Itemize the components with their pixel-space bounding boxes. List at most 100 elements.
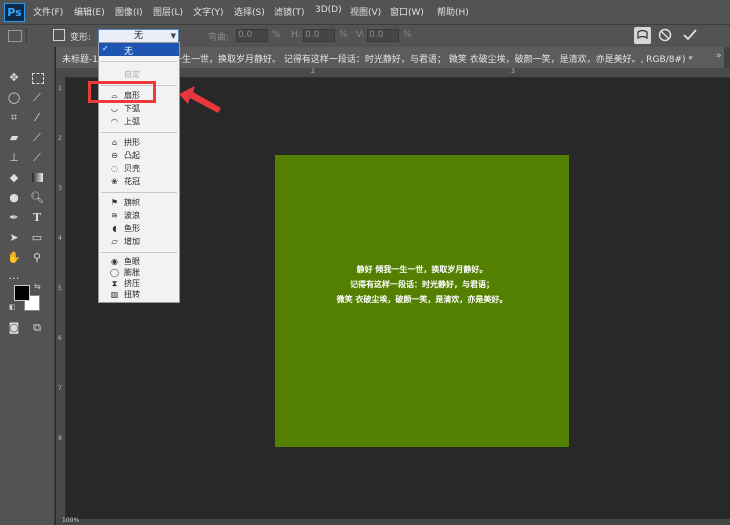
rise-icon: ▱ bbox=[111, 237, 118, 246]
dropdown-item-flag[interactable]: ⚑ 旗帜 bbox=[99, 197, 179, 209]
warp-style-value: 无 bbox=[133, 31, 143, 41]
default-colors-icon[interactable]: ◧ bbox=[9, 303, 16, 311]
swap-colors-icon[interactable]: ⇆ bbox=[34, 282, 41, 291]
dodge-tool-icon[interactable]: 🔍︎ bbox=[30, 191, 44, 205]
dropdown-item-bulge[interactable]: ⊖ 凸起 bbox=[99, 150, 179, 162]
horizontal-distortion-label: H: bbox=[291, 30, 301, 40]
ruler-tick: 6 bbox=[58, 335, 62, 342]
move-tool-icon[interactable]: ✥ bbox=[7, 71, 21, 85]
brush-tool-icon[interactable]: ⟋ bbox=[30, 131, 44, 145]
text-line-1: 静好 倾我一生一世，换取岁月静好。 bbox=[356, 265, 488, 274]
options-divider bbox=[26, 28, 27, 43]
bulge-icon: ⊖ bbox=[111, 151, 118, 160]
annotation-highlight-box bbox=[88, 81, 156, 103]
menu-type[interactable]: 文字(Y) bbox=[193, 5, 224, 18]
dropdown-item-label: 上弧 bbox=[124, 117, 140, 126]
pen-tool-icon[interactable]: ✒ bbox=[7, 211, 21, 225]
dropdown-item-twist[interactable]: ▨ 扭转 bbox=[99, 289, 179, 301]
dropdown-item-label: 增加 bbox=[124, 237, 140, 246]
screen-mode-icon[interactable]: ⧉ bbox=[30, 321, 44, 335]
quick-mask-icon[interactable]: ◙ bbox=[7, 321, 21, 335]
type-tool-icon[interactable]: T bbox=[30, 211, 44, 225]
rectangle-tool-icon[interactable]: ▭ bbox=[30, 231, 44, 245]
dropdown-separator bbox=[101, 252, 177, 253]
status-bar: 100% bbox=[56, 517, 730, 525]
style-toggle-icon[interactable] bbox=[53, 29, 65, 41]
dropdown-item-wave[interactable]: ≋ 波浪 bbox=[99, 210, 179, 222]
ruler-tick: 2 bbox=[58, 135, 62, 142]
ruler-vertical: 1 2 3 4 5 6 7 8 bbox=[56, 77, 66, 525]
healing-brush-tool-icon[interactable]: ▰ bbox=[7, 131, 21, 145]
dropdown-item-shell[interactable]: ◌ 贝壳 bbox=[99, 163, 179, 175]
dropdown-item-label: 下弧 bbox=[124, 104, 140, 113]
dropdown-separator bbox=[101, 132, 177, 133]
bend-label: 弯曲: bbox=[208, 33, 230, 43]
foreground-color-swatch[interactable] bbox=[14, 285, 30, 301]
arc-upper-icon: ◠ bbox=[111, 117, 118, 126]
menu-file[interactable]: 文件(F) bbox=[33, 5, 63, 18]
more-tools-icon[interactable]: … bbox=[7, 269, 21, 283]
dropdown-item-arch[interactable]: ⌂ 拱形 bbox=[99, 137, 179, 149]
dropdown-item-label: 拱形 bbox=[124, 138, 140, 147]
dropdown-item-label: 花冠 bbox=[124, 177, 140, 186]
menu-edit[interactable]: 编辑(E) bbox=[74, 5, 105, 18]
dropdown-item-arc-lower[interactable]: ◡ 下弧 bbox=[99, 103, 179, 115]
blur-tool-icon[interactable]: ● bbox=[7, 191, 21, 205]
menu-window[interactable]: 窗口(W) bbox=[390, 5, 424, 18]
menu-layer[interactable]: 图层(L) bbox=[153, 5, 183, 18]
text-line-3: 微笑 衣破尘埃，破颜一笑，是清欢，亦是美好。 bbox=[336, 295, 508, 304]
ruler-tick: 5 bbox=[58, 285, 62, 292]
warp-preview-icon[interactable] bbox=[634, 27, 651, 44]
text-line-2: 记得有这样一段话：时光静好，与君语； bbox=[350, 280, 494, 289]
dropdown-separator bbox=[101, 192, 177, 193]
ruler-tick: 3 bbox=[58, 185, 62, 192]
cancel-icon[interactable] bbox=[658, 28, 672, 42]
gradient-tool-icon[interactable] bbox=[30, 171, 44, 185]
zoom-level: 100% bbox=[62, 517, 80, 524]
zoom-tool-icon[interactable]: ⚲ bbox=[30, 251, 44, 265]
dropdown-item-rise[interactable]: ▱ 增加 bbox=[99, 236, 179, 248]
menu-view[interactable]: 视图(V) bbox=[350, 5, 381, 18]
hand-tool-icon[interactable]: ✋ bbox=[7, 251, 21, 265]
horizontal-percent: % bbox=[339, 30, 348, 40]
dropdown-item-flower[interactable]: ❀ 花冠 bbox=[99, 176, 179, 188]
document-tab-title-rest: 一生一世，换取岁月静好。 记得有这样一段话：时光静好，与君语； 微笑 衣破尘埃，… bbox=[173, 55, 693, 65]
dropdown-item-fish[interactable]: ◖ 鱼形 bbox=[99, 223, 179, 235]
path-select-tool-icon[interactable]: ➤ bbox=[7, 231, 21, 245]
crop-tool-icon[interactable]: ⌗ bbox=[7, 111, 21, 125]
dropdown-item-none[interactable]: ✓ 无 bbox=[99, 43, 179, 57]
menu-help[interactable]: 帮助(H) bbox=[437, 5, 469, 18]
vertical-percent: % bbox=[403, 30, 412, 40]
horizontal-distortion-value: 0.0 bbox=[305, 30, 320, 40]
quick-select-tool-icon[interactable]: ⟋ bbox=[30, 91, 44, 105]
menu-select[interactable]: 选择(S) bbox=[234, 5, 265, 18]
ruler-tick: 7 bbox=[58, 385, 62, 392]
tools-panel: ✥ ◯ ⟋ ⌗ ⁄ ▰ ⟋ ⊥ ⟋ ◆ ● 🔍︎ ✒ T ➤ ▭ ✋ ⚲ … ◧… bbox=[0, 47, 55, 525]
dropdown-item-arc-upper[interactable]: ◠ 上弧 bbox=[99, 116, 179, 128]
document-canvas[interactable]: 静好 倾我一生一世，换取岁月静好。 记得有这样一段话：时光静好，与君语； 微笑 … bbox=[275, 155, 569, 447]
tab-scroll-icon[interactable]: » bbox=[716, 51, 722, 61]
lasso-tool-icon[interactable]: ◯ bbox=[7, 91, 21, 105]
arch-icon: ⌂ bbox=[111, 138, 118, 147]
warp-style-select[interactable]: 无 ▼ bbox=[98, 29, 179, 43]
dropdown-item-label: 鱼形 bbox=[124, 224, 140, 233]
dropdown-item-label: 波浪 bbox=[124, 211, 140, 220]
commit-check-icon[interactable] bbox=[683, 28, 697, 42]
clone-stamp-tool-icon[interactable]: ⊥ bbox=[7, 151, 21, 165]
annotation-arrow-icon bbox=[179, 86, 221, 113]
menu-3d[interactable]: 3D(D) bbox=[315, 5, 342, 15]
ruler-tick: 1 bbox=[58, 85, 62, 92]
bend-value: 0.0 bbox=[238, 30, 253, 40]
dropdown-separator bbox=[101, 61, 177, 62]
menu-filter[interactable]: 滤镜(T) bbox=[274, 5, 305, 18]
flag-icon: ⚑ bbox=[110, 198, 119, 207]
wave-icon: ≋ bbox=[111, 211, 118, 220]
flower-icon: ❀ bbox=[111, 177, 118, 186]
marquee-tool-icon[interactable] bbox=[30, 71, 44, 85]
menu-bar: Ps 文件(F) 编辑(E) 图像(I) 图层(L) 文字(Y) 选择(S) 滤… bbox=[0, 0, 730, 24]
menu-image[interactable]: 图像(I) bbox=[115, 5, 143, 18]
history-brush-tool-icon[interactable]: ⟋ bbox=[30, 151, 44, 165]
eyedropper-tool-icon[interactable]: ⁄ bbox=[30, 111, 44, 125]
eraser-tool-icon[interactable]: ◆ bbox=[7, 171, 21, 185]
warp-style-label: 变形: bbox=[70, 33, 92, 43]
